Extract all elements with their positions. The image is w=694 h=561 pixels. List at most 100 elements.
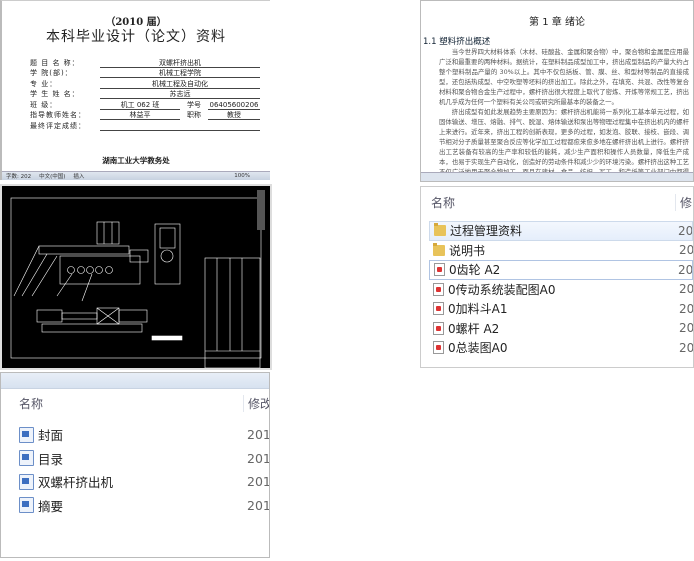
language-indicator[interactable]: 中文(中国) [39, 172, 65, 180]
word-status-bar: 字数: 202 中文(中国) 插入 100% [2, 171, 270, 180]
field-class: 班 级： 机工 062 班学号 06405600206 [30, 99, 260, 110]
drawing-border [10, 197, 262, 359]
field-label: 最终评定成绩： [30, 121, 86, 130]
extruder-assembly-drawing [10, 190, 265, 368]
word-count[interactable]: 字数: 202 [6, 172, 31, 180]
cad-scrollbar[interactable] [257, 190, 265, 230]
field-student: 学 生 姓 名： 苏志远 [30, 89, 260, 99]
file-date: 201 [247, 450, 269, 466]
word-status-bar [421, 172, 693, 181]
field-label: 职称 [187, 111, 201, 119]
column-name[interactable]: 名称 [421, 194, 675, 211]
pdf-icon [434, 263, 445, 277]
file-name: 目录 [38, 451, 64, 467]
file-name: 0传动系统装配图A0 [448, 282, 556, 297]
file-explorer-drawings: 名称 修 过程管理资料 20 说明书 20 0齿轮 A2 20 0传动系统装配图A0 2… [420, 186, 694, 368]
file-row[interactable]: 目录 201 [1, 447, 269, 471]
pdf-icon [433, 302, 444, 316]
field-topic: 题 目 名 称： 双螺杆挤出机 [30, 57, 260, 68]
chapter-document-page: 第 1 章 绪论 1.1 塑料挤出概述 当今世界四大材料体系（木材、硅酸盐、金属… [420, 0, 694, 182]
cover-title: 本科毕业设计（论文）资料 [46, 29, 226, 45]
paragraph: 挤出成型有如此发展趋势主要原因为：螺杆挤出机能将一系列化工基本单元过程，如固体输… [439, 108, 689, 181]
file-name: 双螺杆挤出机 [38, 475, 114, 491]
file-name: 过程管理资料 [450, 224, 523, 239]
pdf-icon [433, 341, 444, 355]
field-major: 专 业： 机械工程及自动化 [30, 78, 260, 89]
file-name: 0螺杆 A2 [448, 321, 500, 336]
folder-icon [434, 223, 446, 237]
field-value: 机械工程及自动化 [100, 80, 260, 89]
folder-icon [433, 242, 445, 256]
file-name: 0总装图A0 [448, 341, 508, 356]
word-doc-icon [19, 450, 34, 467]
file-date: 20 [679, 243, 693, 258]
file-name: 0齿轮 A2 [449, 263, 501, 278]
field-label: 学 院(部)： [30, 69, 73, 77]
cad-drawing-view [0, 184, 272, 370]
cover-footer: 湖南工业大学教务处 [102, 156, 170, 165]
file-row[interactable]: 双螺杆挤出机 201 [1, 470, 269, 494]
field-advisor: 指导教师姓名： 林益平 职称 教授 [30, 110, 260, 120]
field-value [100, 129, 260, 131]
file-date: 20 [679, 282, 693, 297]
file-row[interactable]: 0螺杆 A2 20 [429, 319, 693, 339]
barrel [38, 245, 130, 255]
word-doc-icon [19, 426, 34, 443]
hopper [96, 221, 120, 245]
cover-document-page: （2010 届） 本科毕业设计（论文）资料 题 目 名 称： 双螺杆挤出机 学 院… [0, 0, 270, 180]
base-frame [59, 255, 141, 285]
field-value: 机械工程学院 [100, 69, 260, 78]
file-row[interactable]: 封面 201 [1, 423, 269, 447]
file-date: 201 [247, 497, 269, 513]
pdf-icon [433, 282, 444, 296]
file-date: 20 [678, 223, 692, 238]
file-date: 20 [679, 340, 693, 355]
chapter-title: 第 1 章 绪论 [529, 17, 585, 28]
field-label: 指导教师姓名： [30, 111, 86, 119]
word-doc-icon [19, 473, 34, 490]
field-value: 教授 [208, 111, 260, 120]
file-name: 封面 [38, 428, 64, 444]
column-modified[interactable]: 修改 [243, 394, 269, 412]
file-date: 201 [247, 427, 269, 443]
field-value: 苏志远 [100, 90, 260, 99]
parts-list-table [204, 257, 261, 368]
field-label: 题 目 名 称： [30, 58, 80, 67]
file-row[interactable]: 摘要 201 [1, 494, 269, 518]
file-date: 20 [679, 301, 693, 316]
file-row[interactable]: 0传动系统装配图A0 20 [429, 280, 693, 300]
file-row[interactable]: 0加料斗A1 20 [429, 299, 693, 319]
section-title: 1.1 塑料挤出概述 [423, 37, 491, 47]
column-name[interactable]: 名称 [1, 395, 243, 412]
folder-row[interactable]: 过程管理资料 20 [429, 221, 693, 241]
folder-row[interactable]: 说明书 20 [429, 241, 693, 261]
field-value: 双螺杆挤出机 [100, 59, 260, 68]
file-name: 0加料斗A1 [448, 302, 508, 317]
field-label: 专 业： [30, 79, 58, 88]
field-label: 学号 [187, 100, 201, 109]
file-row[interactable]: 0总装图A0 20 [429, 338, 693, 358]
file-row[interactable]: 0齿轮 A2 20 [429, 260, 693, 280]
file-name: 摘要 [38, 498, 64, 514]
zoom-level[interactable]: 100% [234, 173, 250, 179]
side-view [154, 223, 181, 285]
file-name: 说明书 [449, 243, 486, 258]
field-grade: 最终评定成绩： [30, 120, 260, 131]
file-date: 20 [679, 321, 693, 336]
column-headers: 名称 修 [421, 187, 693, 217]
field-label: 学 生 姓 名： [30, 90, 80, 98]
field-label: 班 级： [30, 100, 58, 109]
cover-fields: 题 目 名 称： 双螺杆挤出机 学 院(部)： 机械工程学院 专 业： 机械工程及自动… [30, 57, 260, 131]
insert-mode[interactable]: 插入 [73, 172, 84, 180]
field-college: 学 院(部)： 机械工程学院 [30, 68, 260, 78]
field-value: 机工 062 班 [100, 101, 180, 110]
explorer-toolbar [1, 373, 269, 389]
word-doc-icon [19, 497, 34, 514]
field-value: 06405600206 [208, 100, 260, 110]
paragraph: 当今世界四大材料体系（木材、硅酸盐、金属和聚合物）中，聚合物和金属是应用最广泛和… [439, 48, 689, 106]
file-date: 201 [247, 474, 269, 490]
column-headers: 名称 修改 [1, 389, 269, 417]
field-value: 林益平 [100, 111, 180, 120]
column-modified[interactable]: 修 [675, 193, 693, 211]
file-explorer-documents: 名称 修改 封面 201 目录 201 双螺杆挤出机 201 摘要 201 [0, 372, 270, 558]
